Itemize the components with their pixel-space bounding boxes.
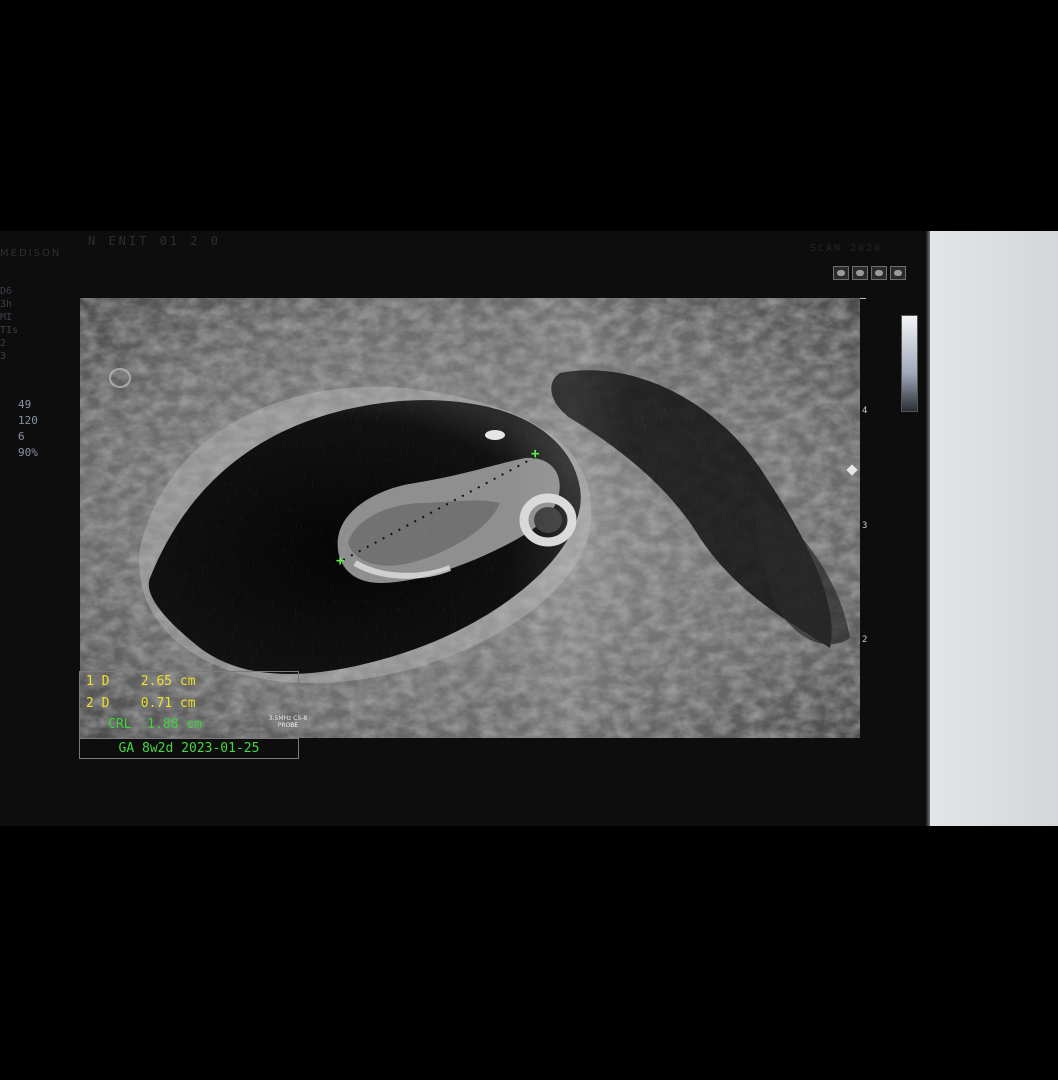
param-value: 49 — [18, 398, 32, 411]
freeze-icon[interactable] — [833, 266, 849, 280]
param-value: 6 — [18, 430, 25, 443]
probe-label: 3.5MHz C5-8 PROBE — [268, 715, 308, 729]
depth-label: 3 — [862, 520, 868, 531]
left-mark: D6 — [0, 286, 13, 297]
background-wall — [930, 231, 1058, 826]
image-icon[interactable] — [852, 266, 868, 280]
toolbar-icons — [833, 266, 906, 280]
measurement-index: 2 — [86, 696, 94, 711]
left-mark: TIs — [0, 325, 19, 336]
measurement-row-1: 1 D 2.65 cm — [86, 674, 196, 689]
left-mark: 2 — [0, 338, 7, 349]
crl-row: CRL 1.88 cm — [108, 717, 202, 732]
depth-tick — [860, 298, 866, 299]
left-mode-marks: D6 3h MI TIs 2 3 — [0, 285, 18, 363]
header-right-label: SCAN 2020 — [810, 243, 883, 254]
grayscale-bar — [901, 315, 918, 412]
left-mark: 3 — [0, 351, 7, 362]
left-mark: 3h — [0, 299, 13, 310]
left-mark: MI — [0, 312, 13, 323]
scan-parameters: 49 120 6 90% — [14, 397, 38, 461]
measure-icon[interactable] — [871, 266, 887, 280]
measurement-kind: D — [101, 674, 110, 689]
caliper-end-icon[interactable]: + — [531, 447, 539, 461]
photo-frame: MEDISON N ENIT 01 2 0 SCAN 2020 D6 3h MI… — [0, 0, 1058, 1080]
crl-value: 1.88 cm — [147, 717, 202, 732]
measurement-value: 2.65 cm — [140, 674, 196, 689]
depth-scale: 4 3 2 — [856, 298, 876, 738]
measurement-kind: D — [101, 696, 110, 711]
measurement-index: 1 — [86, 674, 94, 689]
crl-label: CRL — [108, 717, 132, 732]
depth-label: 2 — [862, 635, 868, 646]
brand-label: MEDISON — [0, 248, 62, 259]
measurement-row-2: 2 D 0.71 cm — [86, 696, 196, 711]
depth-label: 4 — [862, 406, 868, 417]
measurement-value: 0.71 cm — [140, 696, 196, 711]
gestational-age: GA 8w2d 2023-01-25 — [80, 738, 298, 758]
caliper-start-icon[interactable]: + — [336, 554, 344, 568]
settings-icon[interactable] — [890, 266, 906, 280]
param-value: 90% — [18, 446, 38, 459]
header-title: N ENIT 01 2 0 — [88, 234, 221, 248]
param-value: 120 — [18, 414, 38, 427]
